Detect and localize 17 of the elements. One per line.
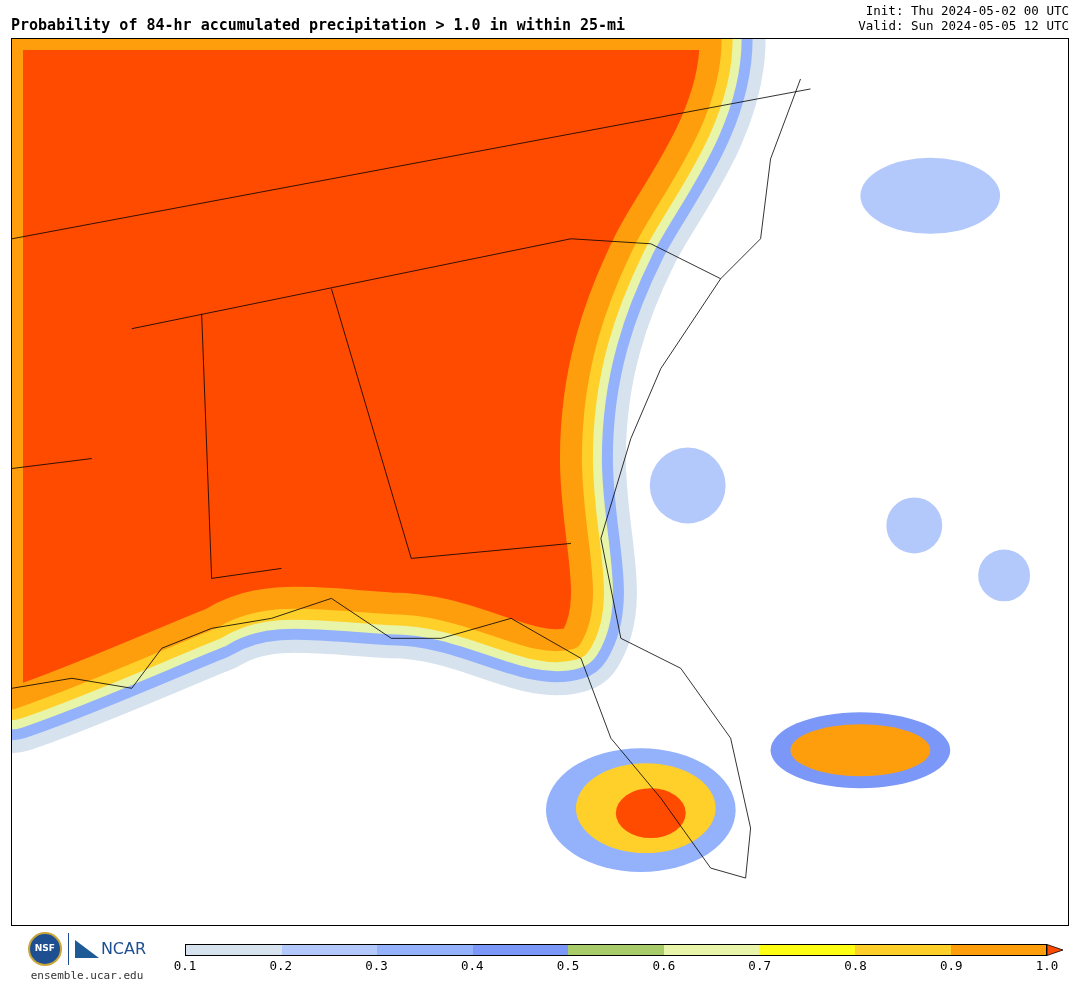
tick-label: 0.4 [461,960,484,973]
tick-label: 0.9 [939,960,963,973]
tick-label: 0.6 [652,960,676,973]
tick-label: 0.5 [556,960,580,973]
chart-title: Probability of 84-hr accumulated precipitation > 1.0 in within 25-mi [11,18,626,33]
tick-label: 0.1 [173,960,197,973]
tick-label: 0.3 [365,960,388,973]
ncar-logo-icon [74,940,99,958]
tick-label: 0.8 [844,960,867,973]
tick-label: 0.7 [748,960,771,973]
tick-label: 0.2 [269,960,293,973]
valid-time: Valid: Sun 2024-05-05 12 UTC [858,18,1069,33]
init-time: Init: Thu 2024-05-02 00 UTC [865,3,1069,18]
nsf-logo: NSF [27,932,62,966]
tick-label: 1.0 [1035,960,1059,973]
site-url: ensemble.ucar.edu [30,968,144,984]
ncar-logo: NCAR [100,938,147,960]
